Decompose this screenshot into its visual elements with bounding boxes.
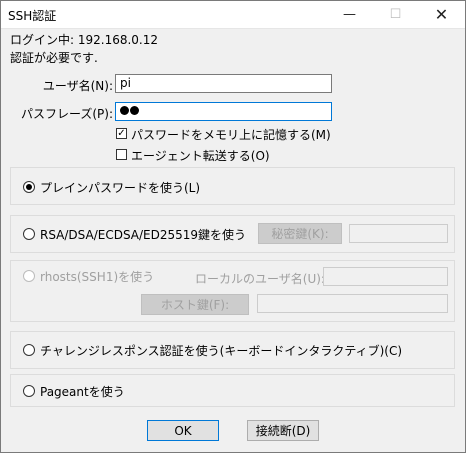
close-icon[interactable]: ✕ <box>419 1 464 28</box>
passphrase-input[interactable] <box>115 102 332 121</box>
pageant-label[interactable]: Pageantを使う <box>40 383 125 400</box>
login-status: ログイン中: 192.168.0.12 <box>10 33 159 47</box>
username-label: ユーザ名(N): <box>42 79 113 93</box>
title-bar: SSH認証 — ☐ ✕ <box>1 1 465 29</box>
challenge-response-radio[interactable] <box>23 344 35 356</box>
remember-password-checkbox[interactable]: ✓ <box>116 128 127 139</box>
rhosts-radio[interactable] <box>23 270 35 282</box>
maximize-icon: ☐ <box>389 7 402 22</box>
rhosts-group: rhosts(SSH1)を使う ローカルのユーザ名(U): ホスト鍵(F): <box>10 260 455 322</box>
remember-password-label[interactable]: パスワードをメモリ上に記憶する(M) <box>131 126 331 143</box>
window-title: SSH認証 <box>8 9 57 23</box>
passphrase-dot <box>120 106 129 115</box>
ssh-auth-dialog: SSH認証 — ☐ ✕ ログイン中: 192.168.0.12 認証が必要です.… <box>0 0 466 453</box>
host-key-path-input[interactable] <box>257 294 448 313</box>
agent-forwarding-label[interactable]: エージェント転送する(O) <box>131 147 270 164</box>
plain-password-radio[interactable] <box>23 181 35 193</box>
plain-password-label[interactable]: プレインパスワードを使う(L) <box>40 179 200 196</box>
passphrase-dot <box>130 106 139 115</box>
auth-required-text: 認証が必要です. <box>10 51 98 65</box>
minimize-icon[interactable]: — <box>327 1 372 28</box>
private-key-button[interactable]: 秘密鍵(K): <box>258 223 342 244</box>
key-auth-group: RSA/DSA/ECDSA/ED25519鍵を使う 秘密鍵(K): <box>10 215 455 253</box>
ok-button[interactable]: OK <box>147 420 219 441</box>
local-user-label: ローカルのユーザ名(U): <box>195 272 325 286</box>
disconnect-button[interactable]: 接続断(D) <box>247 420 319 441</box>
passphrase-label: パスフレーズ(P): <box>20 107 113 121</box>
challenge-response-group: チャレンジレスポンス認証を使う(キーボードインタラクティブ)(C) <box>10 331 455 369</box>
key-auth-radio[interactable] <box>23 228 35 240</box>
passphrase-mask <box>120 104 140 118</box>
pageant-group: Pageantを使う <box>10 374 455 407</box>
challenge-response-label[interactable]: チャレンジレスポンス認証を使う(キーボードインタラクティブ)(C) <box>40 342 402 359</box>
agent-forwarding-checkbox[interactable] <box>116 149 127 160</box>
host-key-button[interactable]: ホスト鍵(F): <box>141 294 249 315</box>
username-input[interactable]: pi <box>115 74 332 93</box>
rhosts-label: rhosts(SSH1)を使う <box>40 270 155 284</box>
key-auth-label[interactable]: RSA/DSA/ECDSA/ED25519鍵を使う <box>40 226 246 243</box>
plain-password-group: プレインパスワードを使う(L) <box>10 167 455 205</box>
local-user-input[interactable] <box>323 267 448 286</box>
pageant-radio[interactable] <box>23 385 35 397</box>
private-key-path-input[interactable] <box>349 224 448 243</box>
